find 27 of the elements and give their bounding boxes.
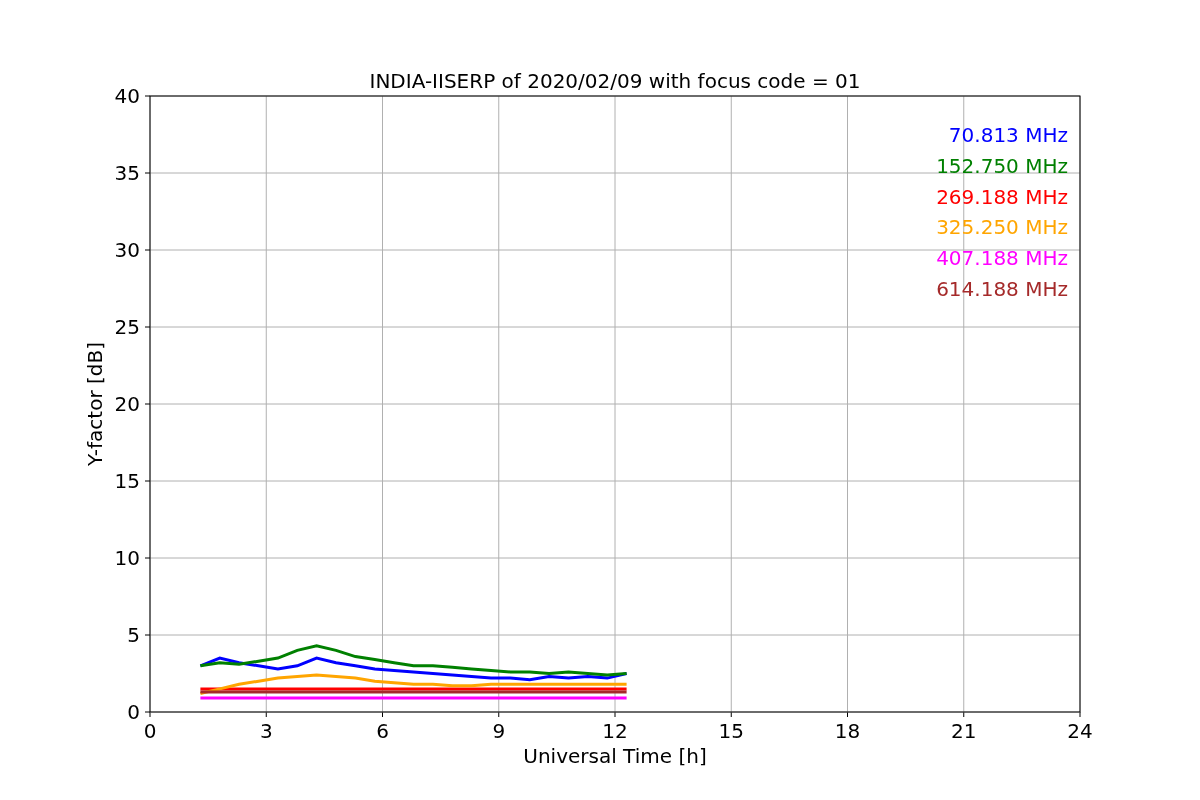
y-tick-label: 30 [114, 238, 140, 262]
x-tick-label: 3 [259, 719, 273, 743]
chart-title: INDIA-IISERP of 2020/02/09 with focus code = 01 [369, 69, 861, 93]
x-tick-label: 18 [834, 719, 861, 743]
legend-label: 269.188 MHz [936, 184, 1068, 209]
y-axis-label: Y-factor [dB] [83, 342, 107, 466]
y-tick-label: 35 [114, 161, 140, 185]
y-tick-label: 15 [114, 469, 140, 493]
x-axis-label: Universal Time [h] [523, 744, 707, 768]
x-tick-label: 12 [602, 719, 628, 743]
legend-label: 614.188 MHz [936, 277, 1068, 301]
x-tick-label: 6 [376, 719, 389, 743]
legend-label: 407.188 MHz [936, 246, 1068, 271]
legend-label: 70.813 MHz [948, 123, 1068, 147]
y-tick-label: 40 [114, 84, 140, 108]
x-tick-label: 0 [143, 719, 157, 743]
y-tick-label: 20 [114, 392, 140, 416]
x-tick-label: 21 [951, 719, 977, 743]
x-tick-label: 9 [492, 719, 506, 743]
x-tick-label: 24 [1067, 719, 1093, 743]
x-tick-label: 15 [718, 719, 744, 743]
legend-label: 152.750 MHz [936, 153, 1068, 178]
y-tick-label: 25 [114, 315, 140, 339]
y-tick-label: 10 [114, 546, 140, 570]
y-tick-label: 0 [127, 700, 140, 724]
y-tick-label: 5 [127, 623, 140, 647]
legend-label: 325.250 MHz [936, 215, 1068, 240]
